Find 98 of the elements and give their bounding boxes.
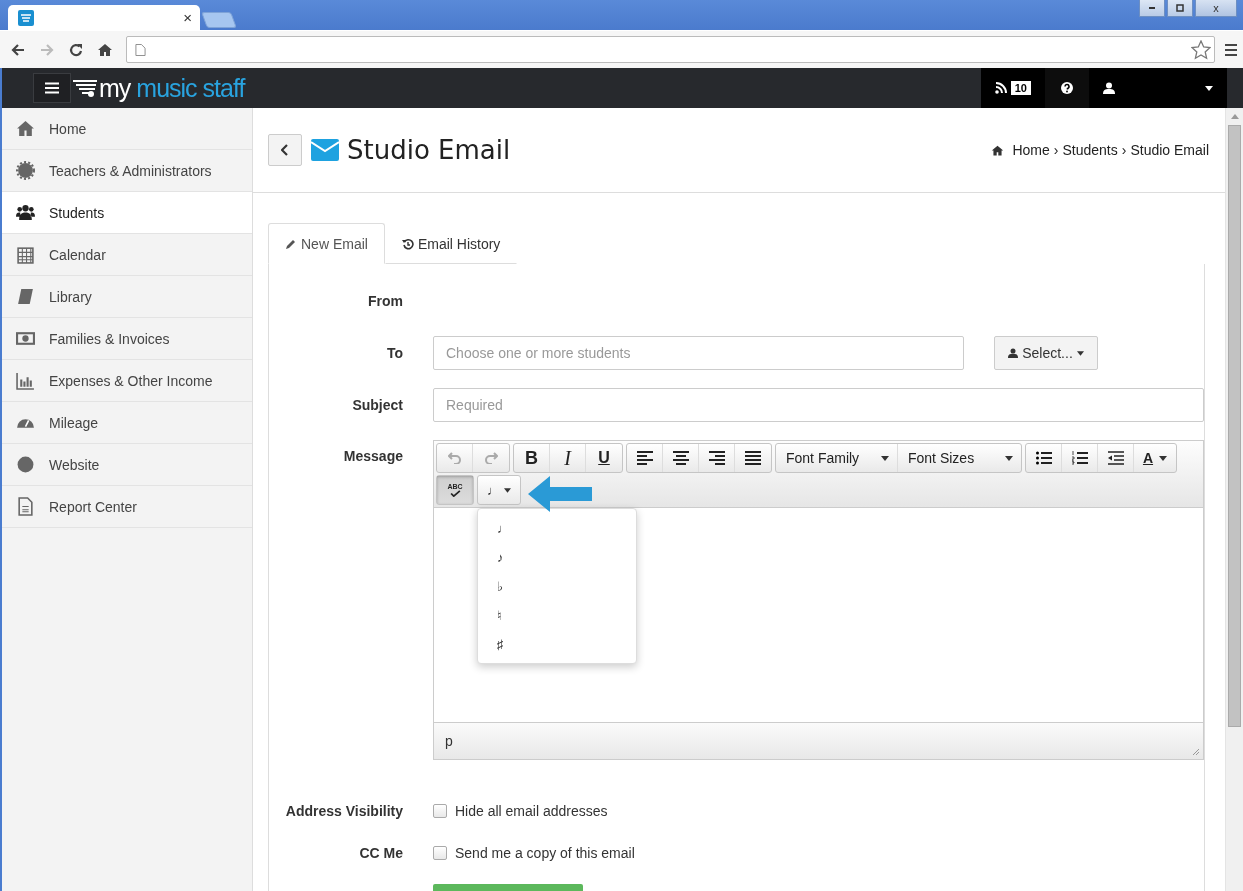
caret-icon: [504, 487, 511, 493]
caret-icon: [1076, 350, 1084, 356]
sidebar-item[interactable]: Students: [2, 192, 252, 234]
pointer-arrow: [528, 476, 592, 512]
field-label: Message: [342, 448, 403, 464]
logo-text: music staff: [136, 73, 245, 103]
element-path: p: [445, 733, 453, 749]
chevron-left-icon: [281, 144, 289, 156]
menu-item[interactable]: ♭: [497, 572, 509, 601]
sidebar-item[interactable]: Mileage: [2, 402, 252, 444]
maximize-button[interactable]: [1167, 0, 1193, 17]
field-label: Subject: [351, 397, 403, 413]
undo-icon: [447, 452, 462, 464]
align-right-icon: [708, 451, 725, 465]
app-favicon-icon: [18, 9, 34, 26]
redo-icon: [484, 452, 498, 464]
outdent-icon: [1107, 451, 1124, 465]
select-button[interactable]: Select...: [994, 336, 1098, 370]
sidebar-item[interactable]: Families & Invoices: [2, 318, 252, 360]
recipients-input[interactable]: Choose one or more students: [433, 336, 964, 370]
sidebar-item[interactable]: Calendar: [2, 234, 252, 276]
tab-close-button[interactable]: ×: [183, 9, 192, 26]
breadcrumb-link[interactable]: Studio Email: [1130, 142, 1209, 158]
underline-button[interactable]: U: [586, 444, 622, 472]
field-label: From: [367, 293, 403, 309]
logo-text: my: [99, 73, 131, 103]
caret-icon: [1159, 455, 1168, 461]
sidebar-item[interactable]: Home: [2, 108, 252, 150]
history-icon: [401, 237, 414, 250]
resize-grip-icon[interactable]: [1192, 748, 1200, 756]
gear-icon: [16, 161, 35, 180]
home-icon: [991, 143, 1005, 157]
help-icon: [1061, 82, 1073, 94]
scrollbar[interactable]: [1225, 108, 1243, 891]
star-icon[interactable]: [1191, 39, 1211, 60]
feed-count-badge: 10: [1010, 81, 1031, 95]
checkbox[interactable]: [433, 804, 447, 818]
people-icon: [16, 203, 35, 222]
align-left-icon: [636, 451, 653, 465]
sidebar-item[interactable]: Website: [2, 444, 252, 486]
minimize-button[interactable]: [1139, 0, 1165, 17]
page-title: Studio Email: [347, 135, 511, 165]
caret-icon: [1005, 455, 1013, 461]
breadcrumb-link[interactable]: Home: [1012, 142, 1050, 158]
justify-icon: [745, 451, 761, 465]
field-label: Address Visibility: [284, 803, 403, 819]
font-size-dropdown[interactable]: Font Sizes: [898, 444, 1021, 472]
caret-icon: [881, 455, 889, 461]
checkbox[interactable]: [433, 846, 447, 860]
sidebar-item[interactable]: Report Center: [2, 486, 252, 528]
menu-icon: [45, 82, 59, 94]
calendar-icon: [16, 245, 35, 264]
menu-item[interactable]: ♪: [497, 543, 509, 572]
field-label: CC Me: [358, 845, 403, 861]
breadcrumb-separator: ›: [1053, 142, 1059, 158]
menu-button[interactable]: [33, 73, 71, 103]
breadcrumb-link[interactable]: Students: [1062, 142, 1118, 158]
window-close-button[interactable]: x: [1195, 0, 1237, 17]
caret-icon: [1205, 85, 1213, 91]
page-icon: [135, 42, 146, 57]
back-button[interactable]: [268, 134, 302, 166]
bold-button[interactable]: B: [514, 444, 550, 472]
maximize-icon: [1175, 3, 1185, 13]
sidebar-item[interactable]: Expenses & Other Income: [2, 360, 252, 402]
home-icon: [16, 119, 35, 138]
field-label: To: [385, 345, 403, 361]
reload-icon[interactable]: [68, 41, 84, 58]
bar-chart-icon: [16, 371, 35, 390]
menu-icon[interactable]: [1223, 41, 1239, 58]
checkbox-label: Send me a copy of this email: [455, 845, 635, 861]
italic-button[interactable]: I: [550, 444, 586, 472]
tab[interactable]: Email History: [384, 223, 518, 264]
checkbox-label: Hide all email addresses: [455, 803, 608, 819]
user-icon: [1008, 348, 1019, 358]
check-icon: [449, 490, 461, 497]
envelope-icon: [311, 139, 339, 161]
pencil-icon: [285, 237, 297, 250]
sidebar-item[interactable]: Library: [2, 276, 252, 318]
help-button[interactable]: [1045, 68, 1089, 108]
user-icon: [1103, 82, 1115, 94]
breadcrumb-separator: ›: [1121, 142, 1127, 158]
music-symbol-dropdown[interactable]: ♩: [478, 476, 520, 504]
back-arrow-icon[interactable]: [10, 41, 26, 58]
browser-tab[interactable]: ×: [8, 5, 200, 30]
align-center-icon: [672, 451, 689, 465]
rss-icon: [994, 82, 1007, 94]
menu-item[interactable]: ♯: [497, 630, 509, 659]
numbered-list-icon: [1071, 451, 1088, 465]
bullet-list-icon: [1035, 451, 1052, 465]
banknote-icon: [16, 329, 35, 348]
document-icon: [16, 497, 35, 516]
minimize-icon: [1149, 7, 1155, 9]
tab[interactable]: New Email: [268, 223, 385, 264]
home-icon[interactable]: [97, 41, 113, 58]
menu-item[interactable]: ♮: [497, 601, 509, 630]
subject-input[interactable]: Required: [433, 388, 1204, 422]
font-family-dropdown[interactable]: Font Family: [776, 444, 898, 472]
menu-item[interactable]: ♩: [497, 514, 509, 543]
